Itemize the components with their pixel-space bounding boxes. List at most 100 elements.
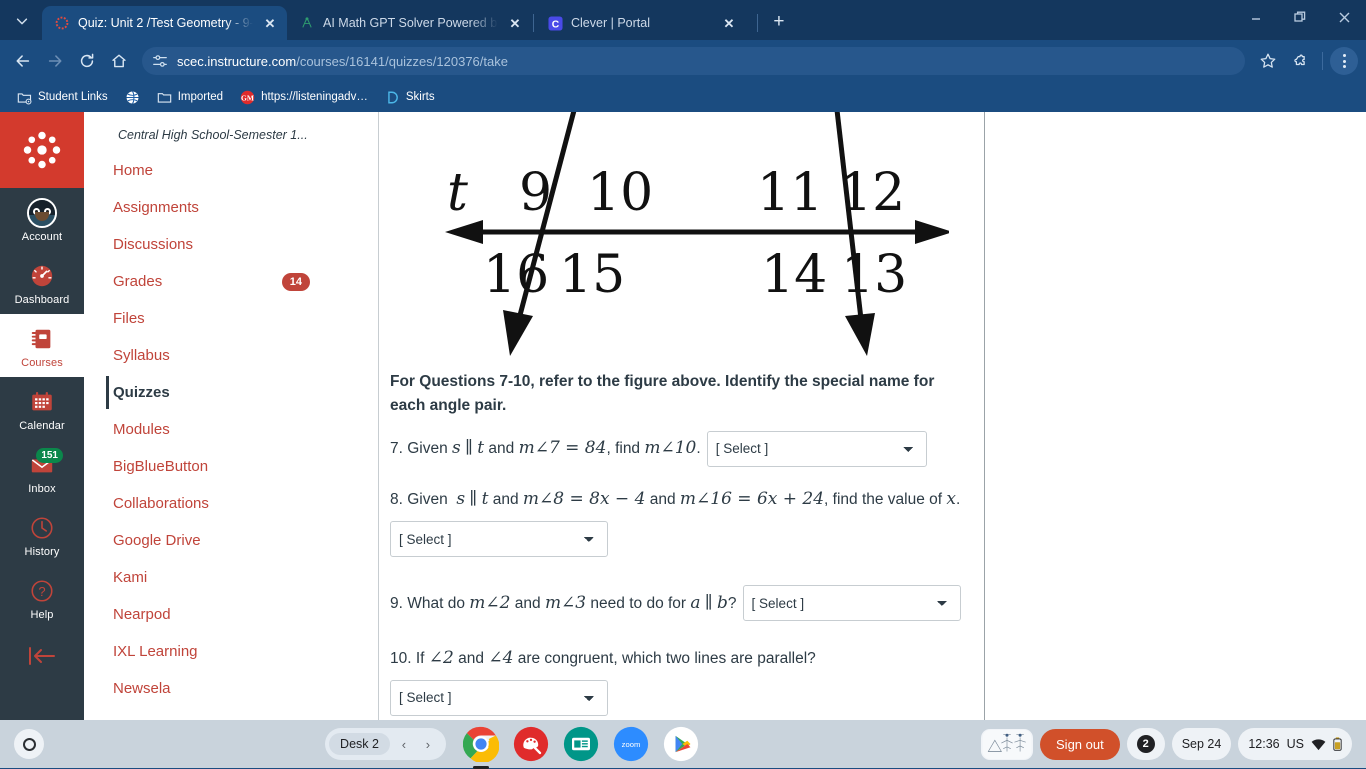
global-nav-label: Inbox (28, 483, 55, 495)
calendar-icon (27, 387, 57, 417)
shelf-apps: zoom (462, 725, 700, 763)
global-nav-account[interactable]: Account (0, 188, 84, 251)
bookmark-skirts[interactable]: Skirts (378, 87, 442, 108)
minimize-button[interactable] (1234, 0, 1278, 34)
address-bar[interactable]: scec.instructure.com/courses/16141/quizz… (142, 47, 1245, 75)
desk-next-button[interactable]: › (418, 737, 438, 752)
course-nav-label: Google Drive (113, 530, 201, 551)
desk-switcher[interactable]: Desk 2 ‹ › (325, 728, 446, 760)
course-nav-ixl-learning[interactable]: IXL Learning (84, 633, 378, 670)
bookmark-globe[interactable] (118, 87, 147, 108)
svg-text:GM: GM (241, 93, 254, 102)
shelf-date: Sep 24 (1182, 737, 1222, 751)
tab-close-button[interactable]: ✕ (506, 14, 524, 32)
home-icon (110, 52, 128, 70)
shelf-center: Desk 2 ‹ › (44, 725, 981, 763)
course-nav-files[interactable]: Files (84, 300, 378, 337)
global-nav-history[interactable]: History (0, 503, 84, 566)
browser-tab-3[interactable]: C Clever | Portal ✕ (535, 6, 756, 40)
docs-app-icon[interactable] (562, 725, 600, 763)
question-8-text: 8. Given s ∥ t and m∠8 = 8x − 4 and m∠16… (390, 487, 983, 513)
global-nav-inbox[interactable]: 151 Inbox (0, 440, 84, 503)
course-nav-bigbluebutton[interactable]: BigBlueButton (84, 448, 378, 485)
minimize-icon (1250, 11, 1262, 23)
global-nav-label: Calendar (19, 420, 64, 432)
question-9-text: 9. What do m∠2 and m∠3 need to do for a … (390, 591, 737, 617)
courses-icon (27, 324, 57, 354)
bookmark-label: Student Links (38, 91, 108, 103)
zoom-app-icon[interactable]: zoom (612, 725, 650, 763)
course-nav-kami[interactable]: Kami (84, 559, 378, 596)
url-path: /courses/16141/quizzes/120376/take (296, 54, 508, 69)
course-nav-nearpod[interactable]: Nearpod (84, 596, 378, 633)
home-button[interactable] (104, 46, 134, 76)
sign-out-button[interactable]: Sign out (1040, 729, 1120, 760)
bookmark-imported[interactable]: Imported (150, 87, 230, 108)
breadcrumb: Central High School-Semester 1... (84, 128, 378, 152)
course-nav-syllabus[interactable]: Syllabus (84, 337, 378, 374)
global-nav-calendar[interactable]: Calendar (0, 377, 84, 440)
label-11: 11 (757, 163, 823, 223)
desk-prev-button[interactable]: ‹ (394, 737, 414, 752)
bookmark-listeningadv[interactable]: GM https://listeningadv… (233, 87, 375, 108)
global-nav-help[interactable]: ? Help (0, 566, 84, 629)
maximize-button[interactable] (1278, 0, 1322, 34)
toolbar-divider (1322, 52, 1323, 70)
notification-counter[interactable]: 2 (1127, 728, 1165, 760)
diagram-thumbnail-icon[interactable] (981, 729, 1033, 760)
bookmarks-bar: Student Links Imported GM (0, 82, 1366, 112)
tab-search-button[interactable] (8, 7, 36, 35)
site-settings-icon[interactable] (152, 53, 168, 69)
canvas-logo-button[interactable] (0, 112, 84, 188)
extensions-button[interactable] (1285, 46, 1315, 76)
desk-name[interactable]: Desk 2 (329, 733, 390, 755)
tab-strip: Quiz: Unit 2 /Test Geometry - 9- ✕ AI Ma… (0, 0, 1366, 40)
course-nav-newsela[interactable]: Newsela (84, 670, 378, 707)
url-host: scec.instructure.com (177, 54, 296, 69)
question-10-select[interactable]: [ Select ] (390, 680, 608, 716)
red-circle-icon: GM (240, 90, 255, 105)
course-nav-label: Assignments (113, 197, 199, 218)
tab-close-button[interactable]: ✕ (720, 14, 738, 32)
play-store-app-icon[interactable] (662, 725, 700, 763)
global-nav-courses[interactable]: Courses (0, 314, 84, 377)
global-nav-label: Account (22, 231, 62, 243)
reload-button[interactable] (72, 46, 102, 76)
kami-app-icon[interactable] (512, 725, 550, 763)
browser-tab-1[interactable]: Quiz: Unit 2 /Test Geometry - 9- ✕ (42, 6, 287, 40)
course-nav-grades[interactable]: Grades 14 (84, 263, 378, 300)
course-nav-quizzes[interactable]: Quizzes (84, 374, 378, 411)
global-nav-label: Dashboard (15, 294, 70, 306)
chrome-app-icon[interactable] (462, 725, 500, 763)
tab-close-button[interactable]: ✕ (261, 14, 279, 32)
date-tray[interactable]: Sep 24 (1172, 728, 1232, 760)
address-bar-text: scec.instructure.com/courses/16141/quizz… (177, 54, 508, 69)
global-nav-collapse-button[interactable] (0, 645, 84, 667)
forward-button[interactable] (40, 46, 70, 76)
course-nav-google-drive[interactable]: Google Drive (84, 522, 378, 559)
course-nav-collaborations[interactable]: Collaborations (84, 485, 378, 522)
question-9-select[interactable]: [ Select ] (743, 585, 961, 621)
course-nav-label: Quizzes (113, 382, 170, 403)
status-tray[interactable]: 12:36 US (1238, 728, 1352, 760)
course-nav-modules[interactable]: Modules (84, 411, 378, 448)
question-7-select[interactable]: [ Select ] (707, 431, 927, 467)
back-button[interactable] (8, 46, 38, 76)
svg-text:?: ? (38, 584, 45, 599)
course-nav-home[interactable]: Home (84, 152, 378, 189)
bookmark-student-links[interactable]: Student Links (10, 87, 115, 108)
launcher-button[interactable] (14, 729, 44, 759)
course-nav-assignments[interactable]: Assignments (84, 189, 378, 226)
close-window-button[interactable] (1322, 0, 1366, 34)
global-nav-dashboard[interactable]: Dashboard (0, 251, 84, 314)
quiz-content: t 9 10 11 12 16 15 14 13 For Question (379, 112, 985, 720)
course-nav-discussions[interactable]: Discussions (84, 226, 378, 263)
course-nav-label: Discussions (113, 234, 193, 255)
restore-icon (1293, 10, 1307, 24)
new-tab-button[interactable]: + (765, 8, 793, 36)
question-8-select[interactable]: [ Select ] (390, 521, 608, 557)
browser-tab-2[interactable]: AI Math GPT Solver Powered by ✕ (287, 6, 532, 40)
bookmark-star-button[interactable] (1253, 46, 1283, 76)
global-nav-label: Help (30, 609, 53, 621)
chrome-menu-button[interactable] (1330, 47, 1358, 75)
